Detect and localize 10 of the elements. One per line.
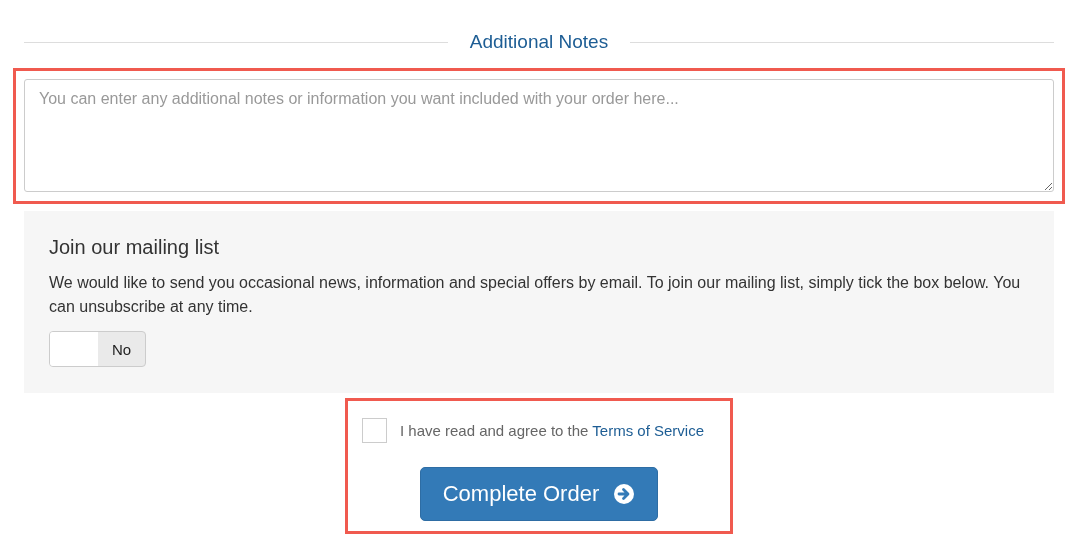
mailing-description: We would like to send you occasional news, information and special offers by email. To join our mailing list, simply tick the box below. You can unsubscribe at any time.	[49, 273, 1022, 317]
toggle-switch[interactable]: No	[49, 331, 146, 367]
arrow-right-icon	[613, 483, 636, 505]
checkbox[interactable]	[361, 418, 387, 443]
section-heading: Additional Notes	[468, 31, 610, 53]
complete-order-button[interactable]: Complete Order	[420, 467, 658, 521]
terms-text: I have read and agree to the Terms of Service	[399, 422, 705, 439]
notes-field[interactable]: You can enter any additional notes or information you want included with your order here...	[24, 79, 1054, 192]
mailing-title: Join our mailing list	[49, 235, 221, 259]
terms-link[interactable]: Terms of Service	[592, 422, 705, 439]
